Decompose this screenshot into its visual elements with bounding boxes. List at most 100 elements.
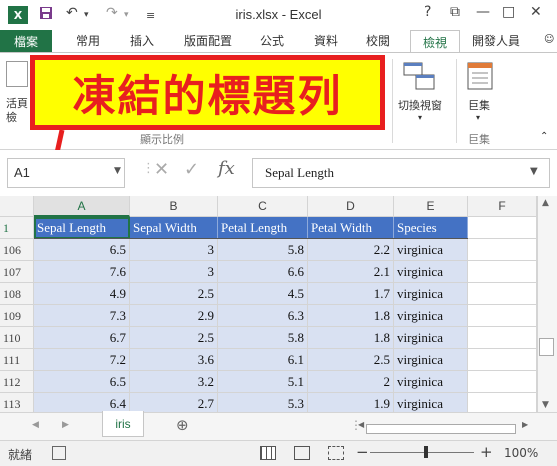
table-cell[interactable]: 6.5 bbox=[34, 239, 130, 261]
row-header[interactable]: 108 bbox=[0, 283, 34, 305]
column-header-d[interactable]: D bbox=[308, 196, 394, 217]
insert-function-icon[interactable]: fx bbox=[218, 158, 235, 179]
name-box-dropdown-icon[interactable]: ▼ bbox=[114, 166, 121, 176]
minimize-icon[interactable]: — bbox=[476, 4, 490, 20]
zoom-level[interactable]: 100% bbox=[504, 446, 538, 460]
table-cell[interactable]: virginica bbox=[394, 371, 468, 393]
zoom-out-icon[interactable]: − bbox=[356, 443, 369, 461]
table-cell[interactable]: 3 bbox=[130, 239, 218, 261]
vertical-scroll-thumb[interactable] bbox=[539, 338, 554, 356]
row-header[interactable]: 110 bbox=[0, 327, 34, 349]
table-cell[interactable]: 1.8 bbox=[308, 305, 394, 327]
tab-review[interactable]: 校閱 bbox=[366, 32, 390, 49]
ribbon-display-icon[interactable]: ⧉ bbox=[450, 4, 460, 20]
switch-windows-label[interactable]: 切換視窗 bbox=[398, 97, 442, 113]
table-cell[interactable]: 3 bbox=[130, 261, 218, 283]
table-cell[interactable]: 2.9 bbox=[130, 305, 218, 327]
record-macro-icon[interactable] bbox=[52, 446, 66, 460]
sheet-prev-icon[interactable]: ◀ bbox=[32, 420, 39, 430]
scroll-down-icon[interactable]: ▼ bbox=[542, 400, 549, 410]
table-cell[interactable]: 6.7 bbox=[34, 327, 130, 349]
table-cell[interactable]: virginica bbox=[394, 327, 468, 349]
table-cell[interactable]: virginica bbox=[394, 283, 468, 305]
row-header[interactable]: 112 bbox=[0, 371, 34, 393]
sheet-tab-iris[interactable]: iris bbox=[102, 411, 144, 437]
table-cell[interactable]: virginica bbox=[394, 349, 468, 371]
table-cell[interactable]: 5.1 bbox=[218, 371, 308, 393]
tab-page-layout[interactable]: 版面配置 bbox=[184, 32, 232, 49]
empty-cell[interactable] bbox=[468, 371, 537, 393]
column-header-b[interactable]: B bbox=[130, 196, 218, 217]
zoom-slider[interactable] bbox=[370, 452, 474, 453]
header-cell[interactable]: Petal Length bbox=[218, 217, 308, 239]
table-cell[interactable]: 3.6 bbox=[130, 349, 218, 371]
table-cell[interactable]: 2.2 bbox=[308, 239, 394, 261]
row-header[interactable]: 109 bbox=[0, 305, 34, 327]
empty-cell[interactable] bbox=[468, 217, 537, 239]
scroll-left-icon[interactable]: ◀ bbox=[358, 420, 364, 429]
zoom-in-icon[interactable]: + bbox=[480, 443, 493, 461]
header-cell[interactable]: Petal Width bbox=[308, 217, 394, 239]
switch-windows-icon[interactable] bbox=[402, 61, 438, 99]
table-cell[interactable]: 6.6 bbox=[218, 261, 308, 283]
macros-dropdown-icon[interactable]: ▾ bbox=[476, 113, 480, 122]
vertical-scrollbar[interactable]: ▲ ▼ bbox=[537, 196, 557, 412]
table-cell[interactable]: virginica bbox=[394, 239, 468, 261]
empty-cell[interactable] bbox=[468, 305, 537, 327]
add-sheet-icon[interactable]: ⊕ bbox=[176, 416, 189, 434]
maximize-icon[interactable]: □ bbox=[502, 4, 515, 20]
tab-file[interactable]: 檔案 bbox=[0, 30, 52, 52]
empty-cell[interactable] bbox=[468, 349, 537, 371]
table-cell[interactable]: 6.1 bbox=[218, 349, 308, 371]
column-header-f[interactable]: F bbox=[468, 196, 537, 217]
table-cell[interactable]: 6.3 bbox=[218, 305, 308, 327]
table-cell[interactable]: 2 bbox=[308, 371, 394, 393]
formula-input[interactable]: Sepal Length bbox=[252, 158, 550, 188]
name-box[interactable]: A1 bbox=[7, 158, 125, 188]
header-cell[interactable]: Sepal Length bbox=[34, 217, 130, 239]
tab-developer[interactable]: 開發人員 bbox=[472, 32, 520, 49]
table-cell[interactable]: 7.6 bbox=[34, 261, 130, 283]
row-header[interactable]: 107 bbox=[0, 261, 34, 283]
empty-cell[interactable] bbox=[468, 327, 537, 349]
table-cell[interactable]: 6.5 bbox=[34, 371, 130, 393]
header-cell[interactable]: Species bbox=[394, 217, 468, 239]
table-cell[interactable]: virginica bbox=[394, 261, 468, 283]
empty-cell[interactable] bbox=[468, 239, 537, 261]
row-header[interactable]: 1 bbox=[0, 217, 34, 239]
table-cell[interactable]: 2.5 bbox=[130, 283, 218, 305]
select-all-corner[interactable] bbox=[0, 196, 34, 217]
header-cell[interactable]: Sepal Width bbox=[130, 217, 218, 239]
table-cell[interactable]: 1.8 bbox=[308, 327, 394, 349]
scroll-right-icon[interactable]: ▶ bbox=[522, 420, 528, 429]
macros-icon[interactable] bbox=[466, 61, 496, 99]
zoom-slider-handle[interactable] bbox=[424, 446, 428, 458]
page-layout-view-icon[interactable] bbox=[294, 446, 310, 460]
column-header-e[interactable]: E bbox=[394, 196, 468, 217]
tab-data[interactable]: 資料 bbox=[314, 32, 338, 49]
table-cell[interactable]: virginica bbox=[394, 305, 468, 327]
column-header-a[interactable]: A bbox=[34, 196, 130, 217]
empty-cell[interactable] bbox=[468, 283, 537, 305]
tab-home[interactable]: 常用 bbox=[76, 32, 100, 49]
workbook-view-icon[interactable] bbox=[6, 61, 28, 87]
collapse-ribbon-icon[interactable]: ⌃ bbox=[540, 131, 548, 142]
sheet-next-icon[interactable]: ▶ bbox=[62, 420, 69, 430]
table-cell[interactable]: 3.2 bbox=[130, 371, 218, 393]
table-cell[interactable]: 2.5 bbox=[308, 349, 394, 371]
table-cell[interactable]: 2.5 bbox=[130, 327, 218, 349]
row-header[interactable]: 106 bbox=[0, 239, 34, 261]
tab-view[interactable]: 檢視 bbox=[410, 30, 460, 53]
row-header[interactable]: 111 bbox=[0, 349, 34, 371]
table-cell[interactable]: 7.2 bbox=[34, 349, 130, 371]
table-cell[interactable]: 7.3 bbox=[34, 305, 130, 327]
normal-view-icon[interactable] bbox=[260, 446, 276, 460]
help-icon[interactable]: ? bbox=[424, 4, 431, 20]
horizontal-scroll-thumb[interactable] bbox=[366, 424, 516, 434]
column-header-c[interactable]: C bbox=[218, 196, 308, 217]
table-cell[interactable]: 5.8 bbox=[218, 239, 308, 261]
user-icon[interactable]: ☺ bbox=[544, 34, 554, 45]
close-icon[interactable]: ✕ bbox=[530, 4, 542, 20]
expand-formula-bar-icon[interactable]: ▼ bbox=[530, 166, 538, 177]
macros-label[interactable]: 巨集 bbox=[468, 97, 490, 113]
